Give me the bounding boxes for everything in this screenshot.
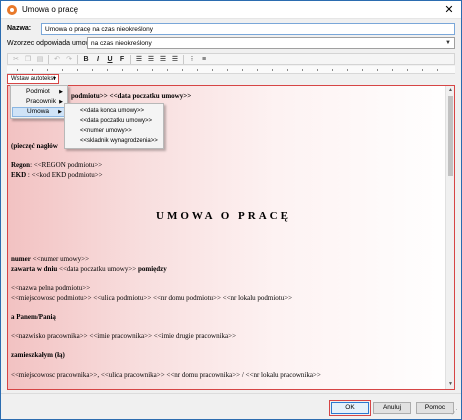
menu-item-umowa[interactable]: Umowa ▶ [12,107,66,117]
autotext-menu: Podmiot ▶ Pracownik ▶ Umowa ▶ [10,85,68,119]
ok-button[interactable]: OK [329,400,371,416]
font-icon[interactable]: F [117,55,127,64]
doc-line-adres-podmiotu: <<miejscowosc podmiotu>> <<ulica podmiot… [11,294,293,302]
undo-icon[interactable]: ↶ [52,55,62,64]
menu-item-podmiot[interactable]: Podmiot ▶ [12,87,66,97]
menu-item-pracownik[interactable]: Pracownik ▶ [12,97,66,107]
doc-line-date: podmiotu>> <<data poczatku umowy>> [71,92,192,100]
menu-item-label: Pracownik [26,98,56,105]
submenu-item-data-konca[interactable]: <<data konca umowy>> [66,106,162,116]
bold-icon[interactable]: B [81,55,91,64]
numer-label: numer [11,255,31,263]
ruler[interactable] [7,66,455,74]
scroll-up-icon[interactable]: ▲ [447,87,454,94]
submenu-item-data-poczatku[interactable]: <<data poczatku umowy>> [66,116,162,126]
dialog-window: Umowa o pracę ✕ Nazwa: Umowa o pracę na … [0,0,462,420]
doc-line-ekd: EKD : <<kod EKD podmiotu>> [11,171,103,179]
doc-line-adres-pracownika: <<miejscowosc pracownika>>, <<ulica prac… [11,371,321,379]
template-select[interactable]: na czas nieokreślony ▼ [87,37,455,49]
template-select-value: na czas nieokreślony [91,40,152,47]
dialog-button-bar: OK Anuluj Pomoc ⋰ [1,393,461,419]
chevron-down-icon: ▾ [52,76,56,82]
app-icon [7,5,17,15]
zawarta-date: <<data poczatku umowy>> [57,265,138,273]
menu-item-label: Podmiot [26,88,50,95]
doc-line-zawarta: zawarta w dniu <<data poczatku umowy>> p… [11,265,167,273]
doc-heading: UMOWA O PRACĘ [156,210,291,222]
numer-value: <<numer umowy>> [30,255,90,263]
justify-icon[interactable]: ☰ [170,55,180,64]
help-button[interactable]: Pomoc [416,402,454,414]
insert-autotext-label: Wstaw autotekst [11,76,56,82]
editor-scrollbar[interactable]: ▲ ▼ [445,86,454,389]
chevron-right-icon: ▶ [59,89,63,95]
doc-line-nazwa: <<nazwa pelna podmiotu>> [11,284,91,292]
title-bar: Umowa o pracę ✕ [1,1,461,19]
chevron-right-icon: ▶ [59,99,63,105]
doc-line-regon: Regon: <<REGON podmiotu>> [11,161,102,169]
cancel-button[interactable]: Anuluj [373,402,411,414]
resize-grip-icon[interactable]: ⋰ [451,409,459,417]
scroll-thumb[interactable] [448,96,453,176]
name-field[interactable]: Umowa o pracę na czas nieokreślony [41,23,455,35]
submenu-item-skladnik[interactable]: <<skladnik wynagrodzenia>> [66,136,162,146]
regon-label: Regon [11,161,31,169]
chevron-down-icon: ▼ [445,40,451,46]
doc-line-stamp: (pieczęć nagłów [11,142,58,150]
doc-line-panem: a Panem/Panią [11,313,56,321]
ekd-value: : <<kod EKD podmiotu>> [26,171,103,179]
ekd-label: EKD [11,171,27,179]
submenu-item-numer-umowy[interactable]: <<numer umowy>> [66,126,162,136]
copy-icon[interactable]: ❐ [23,55,33,64]
insert-autotext-button[interactable]: Wstaw autotekst ▾ [7,74,59,84]
regon-value: : <<REGON podmiotu>> [30,161,103,169]
doc-line-pracownik: <<nazwisko pracownika>> <<imie pracownik… [11,332,237,340]
cut-icon[interactable]: ✂ [11,55,21,64]
align-left-icon[interactable]: ☰ [134,55,144,64]
doc-line-numer: numer <<numer umowy>> [11,255,89,263]
paste-icon[interactable]: ▤ [35,55,45,64]
bullets-icon[interactable]: ⁝ [187,55,197,64]
chevron-right-icon: ▶ [58,109,62,115]
zawarta-label: zawarta w dniu [11,265,58,273]
template-label: Wzorzec odpowiada umowie: [7,40,99,47]
underline-icon[interactable]: U [105,55,115,64]
align-right-icon[interactable]: ☰ [158,55,168,64]
formatting-toolbar: ✂ ❐ ▤ ↶ ↷ B I U F ☰ ☰ ☰ ☰ ⁝ ≡ [7,53,455,65]
numbering-icon[interactable]: ≡ [199,55,209,64]
close-button[interactable]: ✕ [443,4,455,16]
name-label: Nazwa: [7,25,32,32]
umowa-submenu: <<data konca umowy>> <<data poczatku umo… [64,103,164,149]
scroll-down-icon[interactable]: ▼ [447,381,454,388]
align-center-icon[interactable]: ☰ [146,55,156,64]
window-title: Umowa o pracę [22,5,79,14]
doc-line-zamieszkalym: zamieszkałym (łą) [11,351,65,359]
redo-icon[interactable]: ↷ [64,55,74,64]
menu-item-label: Umowa [27,108,50,115]
italic-icon[interactable]: I [93,55,103,64]
pomiedzy-label: pomiędzy [138,265,167,273]
